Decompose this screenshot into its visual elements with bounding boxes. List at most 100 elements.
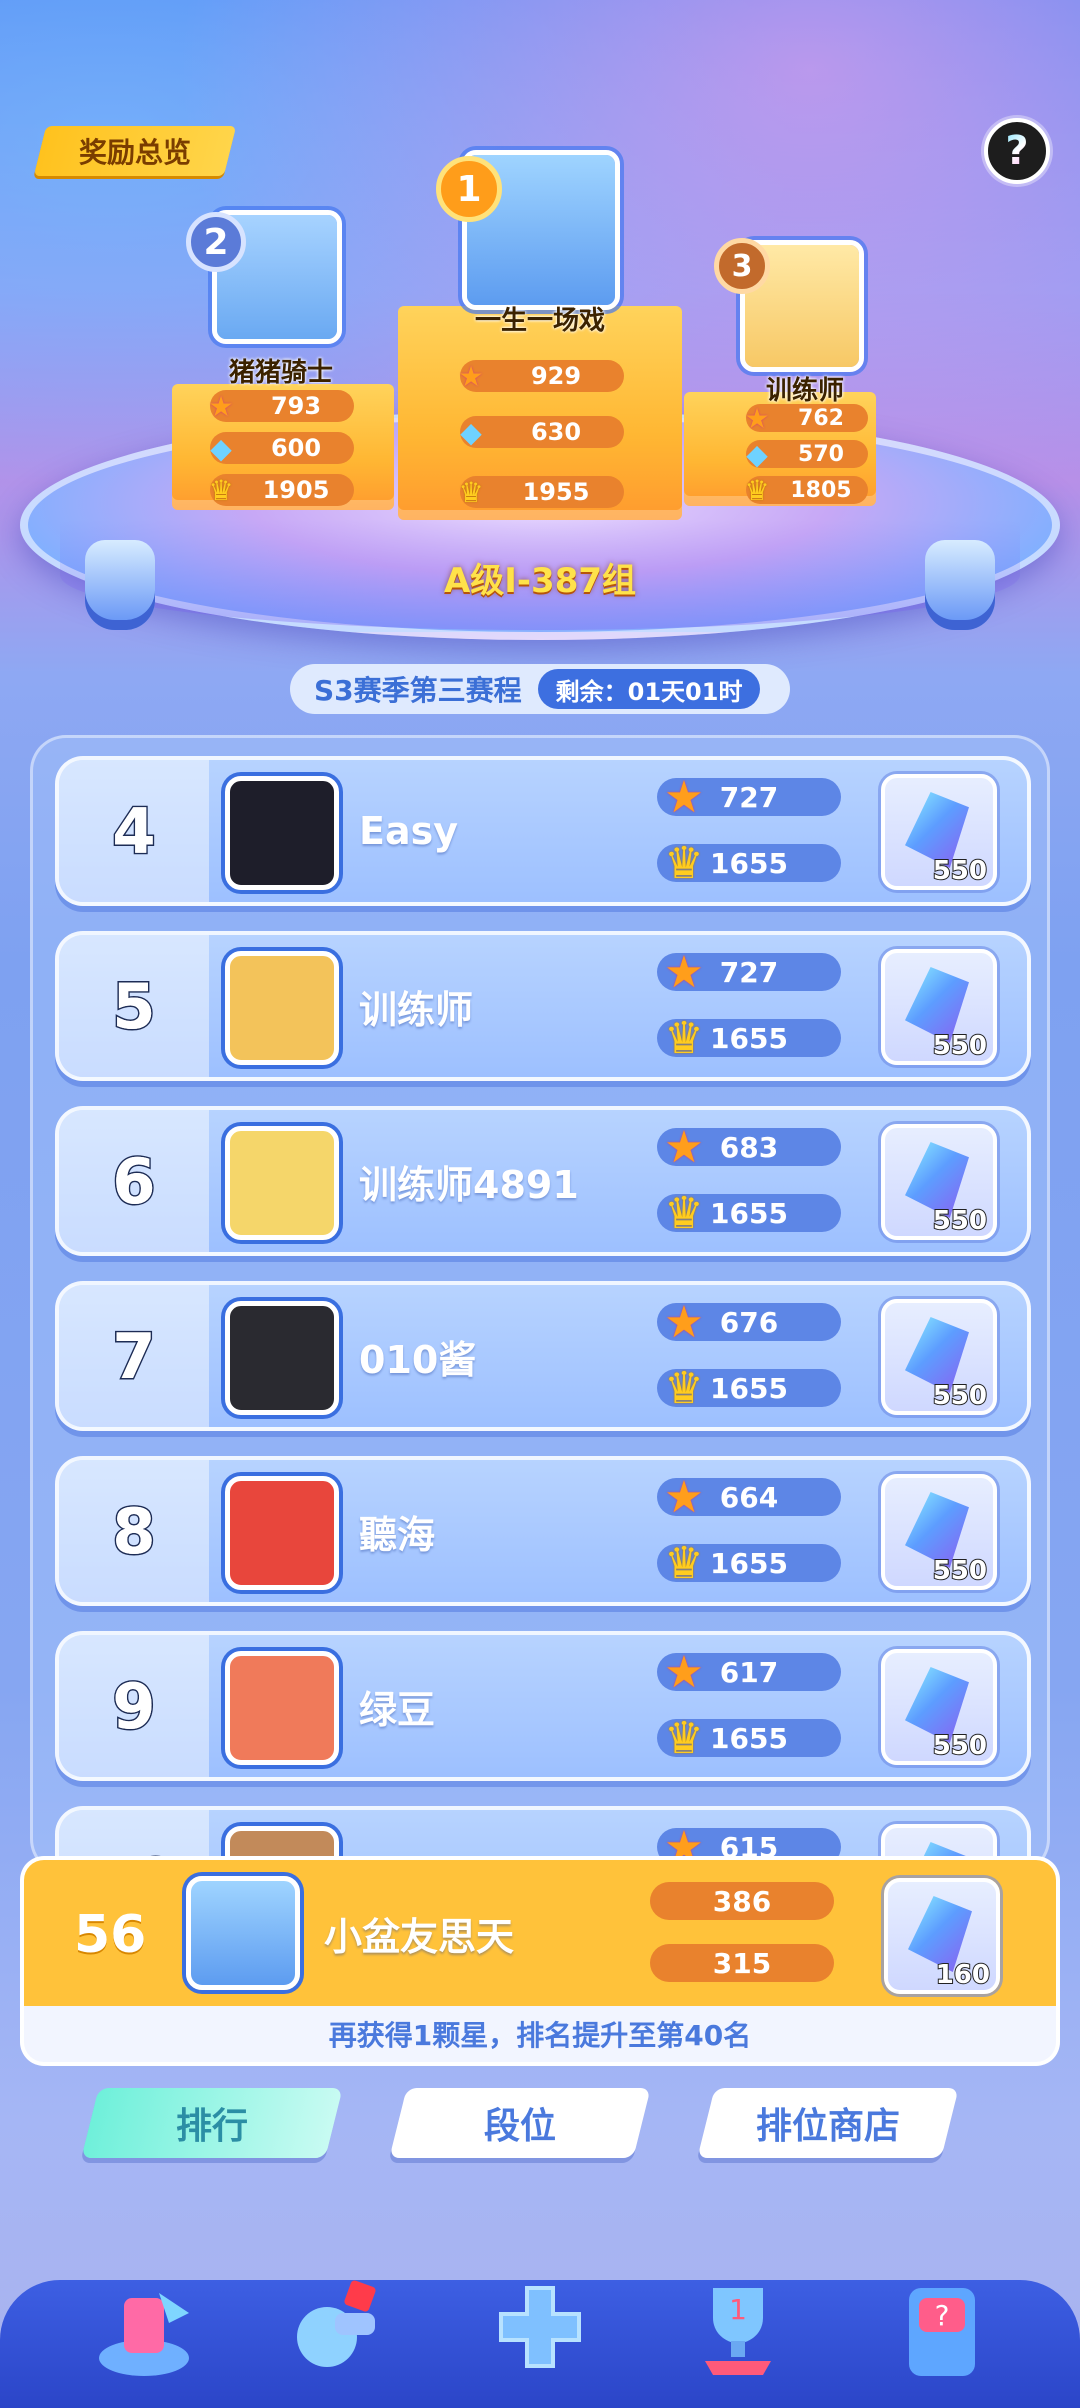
- gem-icon: ◆: [460, 415, 482, 449]
- whistle-icon[interactable]: [270, 2268, 390, 2388]
- reward-overview-button[interactable]: 奖励总览: [33, 126, 237, 176]
- gamepad-icon[interactable]: [480, 2268, 600, 2388]
- player-name: 010酱: [359, 1337, 477, 1382]
- reward-box[interactable]: 550: [881, 774, 997, 890]
- tab-ranking-label: 排行: [175, 2106, 248, 2147]
- tab-tier[interactable]: 段位: [389, 2088, 651, 2158]
- player-name: Easy: [359, 809, 458, 853]
- ranking-list[interactable]: 4 Easy 727 ★ 1655 ♛ 550 5 训练师 727 ★ 1655 ♛ 550 6 训练师489…: [30, 735, 1050, 1875]
- tab-tier-label: 段位: [483, 2106, 556, 2147]
- crown-icon: ♛: [664, 1012, 704, 1064]
- table-row[interactable]: 9 绿豆 617 ★ 1655 ♛ 550: [55, 1631, 1031, 1781]
- crown-icon: ♛: [664, 1362, 704, 1414]
- table-row[interactable]: 5 训练师 727 ★ 1655 ♛ 550: [55, 931, 1031, 1081]
- help-button[interactable]: ?: [984, 118, 1050, 184]
- table-row[interactable]: 6 训练师4891 683 ★ 1655 ♛ 550: [55, 1106, 1031, 1256]
- second-gems-pill: ◆ 600: [210, 432, 354, 465]
- third-gems-pill: ◆ 570: [746, 438, 868, 471]
- first-crowns-pill: ♛ 1955: [458, 476, 624, 509]
- reward-value: 550: [932, 1380, 988, 1412]
- tab-shop-label: 排位商店: [755, 2106, 900, 2147]
- reward-value: 550: [932, 1555, 988, 1587]
- star-icon: ★: [744, 401, 770, 435]
- player-avatar[interactable]: [225, 1476, 339, 1590]
- star-icon: ★: [664, 1646, 704, 1698]
- table-row[interactable]: 7 010酱 676 ★ 1655 ♛ 550: [55, 1281, 1031, 1431]
- player-avatar[interactable]: [225, 776, 339, 890]
- second-crowns-pill: ♛ 1905: [208, 474, 354, 507]
- group-label: A级I-387组: [443, 561, 637, 601]
- my-avatar[interactable]: [186, 1876, 300, 1990]
- crown-icon: ♛: [208, 473, 234, 507]
- time-remaining: 剩余：01天01时: [537, 669, 761, 709]
- my-name: 小盆友思天: [324, 1914, 515, 1959]
- table-row[interactable]: 8 聽海 664 ★ 1655 ♛ 550: [55, 1456, 1031, 1606]
- trophy-icon[interactable]: 1: [678, 2268, 798, 2388]
- bronze-medal-icon: 3: [714, 238, 770, 294]
- mystery-machine-icon[interactable]: ?: [884, 2268, 1004, 2388]
- reward-overview-label: 奖励总览: [78, 136, 191, 169]
- rank-number: 9: [59, 1635, 209, 1777]
- reward-value: 550: [932, 1205, 988, 1237]
- third-crowns-pill: ♛ 1805: [744, 474, 868, 507]
- player-avatar[interactable]: [225, 1126, 339, 1240]
- rank-number: 4: [59, 760, 209, 902]
- rank-number: 6: [59, 1110, 209, 1252]
- tab-ranking[interactable]: 排行: [81, 2088, 343, 2158]
- player-avatar[interactable]: [225, 951, 339, 1065]
- gold-medal-icon: 1: [436, 156, 502, 222]
- player-avatar[interactable]: [225, 1651, 339, 1765]
- help-icon: ?: [1005, 128, 1029, 174]
- player-avatar[interactable]: [225, 1301, 339, 1415]
- reward-value: 550: [932, 855, 988, 887]
- reward-box[interactable]: 550: [881, 1124, 997, 1240]
- star-icon: ★: [664, 1121, 704, 1173]
- star-icon: ★: [458, 359, 484, 393]
- star-icon: ★: [664, 1296, 704, 1348]
- reward-value: 550: [932, 1030, 988, 1062]
- first-gems-pill: ◆ 630: [460, 416, 624, 449]
- star-icon: ★: [664, 771, 704, 823]
- player-name: 聽海: [359, 1512, 436, 1557]
- rank-number: 7: [59, 1285, 209, 1427]
- my-rank: 56: [74, 1905, 147, 1965]
- my-reward-value: 160: [935, 1959, 991, 1991]
- third-place-name: 训练师: [765, 376, 844, 406]
- my-crowns: 315: [650, 1944, 834, 1982]
- third-stars-pill: ★ 762: [744, 402, 868, 435]
- my-reward-box[interactable]: 160: [884, 1878, 1000, 1994]
- reward-box[interactable]: 550: [881, 1299, 997, 1415]
- star-icon: ★: [208, 389, 234, 423]
- season-bar: S3赛季第三赛程 剩余：01天01时: [290, 664, 790, 714]
- first-stars-pill: ★ 929: [458, 360, 624, 393]
- crown-icon: ♛: [664, 1537, 704, 1589]
- second-place-name: 猪猪骑士: [228, 358, 333, 388]
- reward-box[interactable]: 550: [881, 1474, 997, 1590]
- arena-icon[interactable]: [84, 2268, 204, 2388]
- crown-icon: ♛: [744, 473, 770, 507]
- star-icon: ★: [664, 1471, 704, 1523]
- first-place-name: 一生一场戏: [474, 306, 605, 336]
- table-row[interactable]: 4 Easy 727 ★ 1655 ♛ 550: [55, 756, 1031, 906]
- my-stars: 386: [650, 1882, 834, 1920]
- rank-number: 5: [59, 935, 209, 1077]
- my-ranking-row[interactable]: 56 小盆友思天 ★ 386 ♛ 315 160: [20, 1856, 1060, 2006]
- silver-medal-icon: 2: [186, 212, 246, 272]
- crown-icon: ♛: [664, 1712, 704, 1764]
- season-title: S3赛季第三赛程: [314, 674, 522, 707]
- player-name: 训练师4891: [359, 1162, 579, 1207]
- crown-icon: ♛: [664, 1187, 704, 1239]
- reward-value: 550: [932, 1730, 988, 1762]
- gem-icon: ◆: [210, 431, 232, 465]
- tab-shop[interactable]: 排位商店: [697, 2088, 959, 2158]
- gem-icon: ◆: [746, 437, 768, 471]
- reward-box[interactable]: 550: [881, 1649, 997, 1765]
- rank-number: 8: [59, 1460, 209, 1602]
- crown-icon: ♛: [664, 837, 704, 889]
- svg-text:?: ?: [935, 2299, 950, 2332]
- player-name: 绿豆: [359, 1687, 436, 1732]
- second-stars-pill: ★ 793: [208, 390, 354, 423]
- reward-box[interactable]: 550: [881, 949, 997, 1065]
- crown-icon: ♛: [458, 475, 484, 509]
- promotion-tip: 再获得1颗星，排名提升至第40名: [20, 2006, 1060, 2066]
